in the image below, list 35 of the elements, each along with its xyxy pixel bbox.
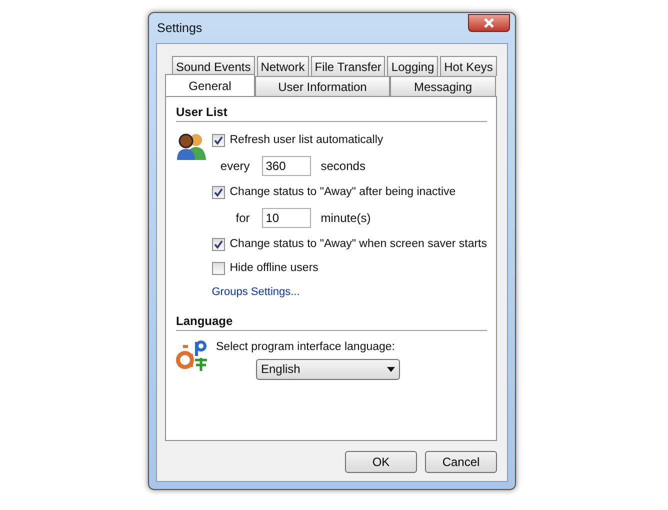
field-label: every xyxy=(219,159,250,173)
number-field[interactable]: 10 xyxy=(262,208,311,228)
checkbox[interactable] xyxy=(212,262,225,274)
checkbox[interactable] xyxy=(212,186,225,198)
checkbox-label: Change status to "Away" when screen saver starts xyxy=(230,238,487,250)
window-title: Settings xyxy=(156,21,202,35)
checkbox-label: Hide offline users xyxy=(230,262,318,274)
close-button[interactable] xyxy=(468,14,510,32)
tab[interactable]: Logging xyxy=(387,56,438,76)
tab[interactable]: User Information xyxy=(255,76,390,96)
unit-label: minute(s) xyxy=(320,211,371,225)
section-heading: User List xyxy=(176,105,487,122)
checkbox[interactable] xyxy=(212,238,225,250)
checkbox[interactable] xyxy=(212,134,225,146)
section-heading: Language xyxy=(176,314,487,331)
language-icon xyxy=(176,340,209,372)
checkbox-label: Refresh user list automatically xyxy=(230,134,384,146)
groups-settings-link[interactable]: Groups Settings... xyxy=(212,286,300,298)
tab[interactable]: Network xyxy=(256,56,309,76)
number-field[interactable]: 360 xyxy=(262,156,311,176)
unit-label: seconds xyxy=(320,159,366,173)
cancel-button[interactable]: Cancel xyxy=(425,451,497,473)
checkbox-label: Change status to "Away" after being inactive xyxy=(230,186,456,198)
caret-icon xyxy=(387,366,395,372)
language-prompt: Select program interface language: xyxy=(216,341,395,353)
language-dropdown[interactable]: English xyxy=(256,358,400,380)
tab[interactable]: Sound Events xyxy=(172,56,255,76)
tab[interactable]: File Transfer xyxy=(310,56,386,76)
tab[interactable]: Hot Keys xyxy=(440,56,497,76)
close-icon[interactable] xyxy=(482,18,496,28)
users-icon xyxy=(176,131,207,161)
tab[interactable]: Messaging xyxy=(390,76,496,96)
tab[interactable]: General xyxy=(165,74,255,96)
ok-button[interactable]: OK xyxy=(345,451,417,473)
field-label: for xyxy=(234,211,250,225)
